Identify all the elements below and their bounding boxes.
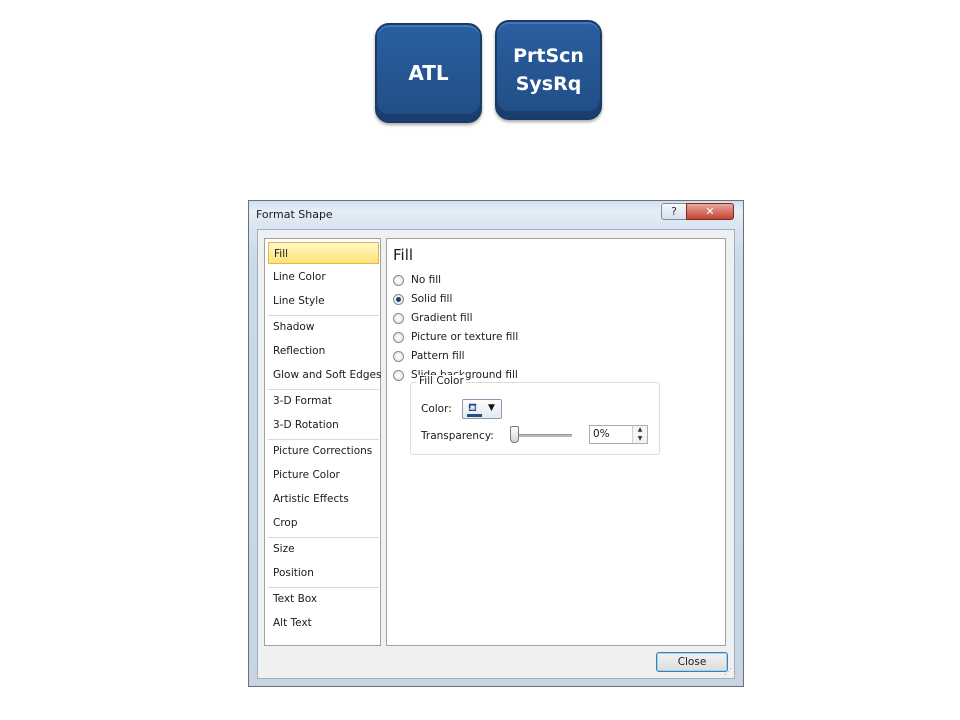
radio-picture-texture-fill[interactable]: Picture or texture fill: [393, 329, 518, 345]
radio-pattern-fill[interactable]: Pattern fill: [393, 348, 465, 364]
transparency-value[interactable]: 0%: [593, 428, 610, 440]
color-swatch-bar: [467, 414, 482, 417]
transparency-slider-track[interactable]: [512, 434, 572, 437]
group-label: Fill Color: [417, 375, 466, 387]
radio-label: Picture or texture fill: [411, 331, 519, 343]
nav-item-crop[interactable]: Crop: [271, 512, 377, 534]
help-button[interactable]: ?: [661, 203, 687, 220]
nav-item-size[interactable]: Size: [271, 538, 377, 560]
nav-item-shadow[interactable]: Shadow: [271, 316, 377, 338]
alt-key: ATL: [375, 23, 482, 123]
nav-item-picture-corrections[interactable]: Picture Corrections: [271, 440, 377, 462]
alt-key-label: ATL: [408, 61, 449, 85]
fill-color-group: Fill Color Color: ⛾ ▼ Transparency: 0% ▲…: [410, 375, 660, 455]
fill-panel: Fill No fill Solid fill Gradient fill Pi…: [386, 238, 726, 646]
paint-bucket-icon: ⛾: [468, 401, 477, 414]
radio-label: Pattern fill: [411, 350, 465, 362]
panel-heading: Fill: [393, 246, 414, 264]
radio-label: Gradient fill: [411, 312, 473, 324]
radio-button[interactable]: [393, 331, 404, 343]
nav-item-fill[interactable]: Fill: [268, 242, 379, 264]
dialog-titlebar[interactable]: Format Shape ? ✕: [249, 201, 743, 229]
resize-grip-icon[interactable]: ⋰: [724, 667, 732, 676]
nav-item-picture-color[interactable]: Picture Color: [271, 464, 377, 486]
nav-item-text-box[interactable]: Text Box: [271, 588, 377, 610]
dialog-client: Fill Line Color Line Style Shadow Reflec…: [257, 229, 735, 679]
radio-solid-fill[interactable]: Solid fill: [393, 291, 452, 307]
fill-color-button[interactable]: ⛾ ▼: [462, 399, 502, 419]
transparency-spinner[interactable]: 0% ▲ ▼: [589, 425, 648, 444]
nav-item-reflection[interactable]: Reflection: [271, 340, 377, 362]
nav-item-line-color[interactable]: Line Color: [271, 266, 377, 288]
radio-button[interactable]: [393, 274, 404, 286]
prtscn-key-label-line1: PrtScn: [513, 45, 584, 67]
radio-no-fill[interactable]: No fill: [393, 272, 441, 288]
close-button-label: Close: [677, 656, 707, 668]
nav-item-artistic-effects[interactable]: Artistic Effects: [271, 488, 377, 510]
radio-label: Solid fill: [411, 293, 453, 305]
close-icon: ✕: [705, 205, 715, 218]
spin-up-icon[interactable]: ▲: [633, 426, 647, 434]
help-icon: ?: [671, 205, 677, 218]
radio-button[interactable]: [393, 312, 404, 324]
radio-button-checked[interactable]: [393, 293, 404, 305]
transparency-label: Transparency:: [421, 430, 494, 442]
category-list: Fill Line Color Line Style Shadow Reflec…: [264, 238, 381, 646]
caret-down-icon: ▼: [488, 403, 495, 413]
nav-item-line-style[interactable]: Line Style: [271, 290, 377, 312]
nav-item-3d-rotation[interactable]: 3-D Rotation: [271, 414, 377, 436]
nav-item-alt-text[interactable]: Alt Text: [271, 612, 377, 634]
spin-down-icon[interactable]: ▼: [633, 435, 647, 443]
nav-item-3d-format[interactable]: 3-D Format: [271, 390, 377, 412]
transparency-slider-thumb[interactable]: [510, 426, 519, 443]
radio-gradient-fill[interactable]: Gradient fill: [393, 310, 473, 326]
spinner-buttons: ▲ ▼: [632, 426, 647, 443]
close-button[interactable]: Close: [656, 652, 728, 672]
format-shape-dialog: Format Shape ? ✕ Fill Line Color Line St…: [248, 200, 744, 687]
radio-button[interactable]: [393, 350, 404, 362]
dialog-title: Format Shape: [256, 208, 333, 221]
radio-button[interactable]: [393, 369, 404, 381]
color-label: Color:: [421, 403, 452, 415]
window-close-button[interactable]: ✕: [686, 203, 734, 220]
nav-item-position[interactable]: Position: [271, 562, 377, 584]
prtscn-key: PrtScn SysRq: [495, 20, 602, 120]
nav-item-glow-soft-edges[interactable]: Glow and Soft Edges: [271, 364, 381, 386]
radio-label: No fill: [411, 274, 442, 286]
prtscn-key-label-line2: SysRq: [515, 73, 582, 95]
